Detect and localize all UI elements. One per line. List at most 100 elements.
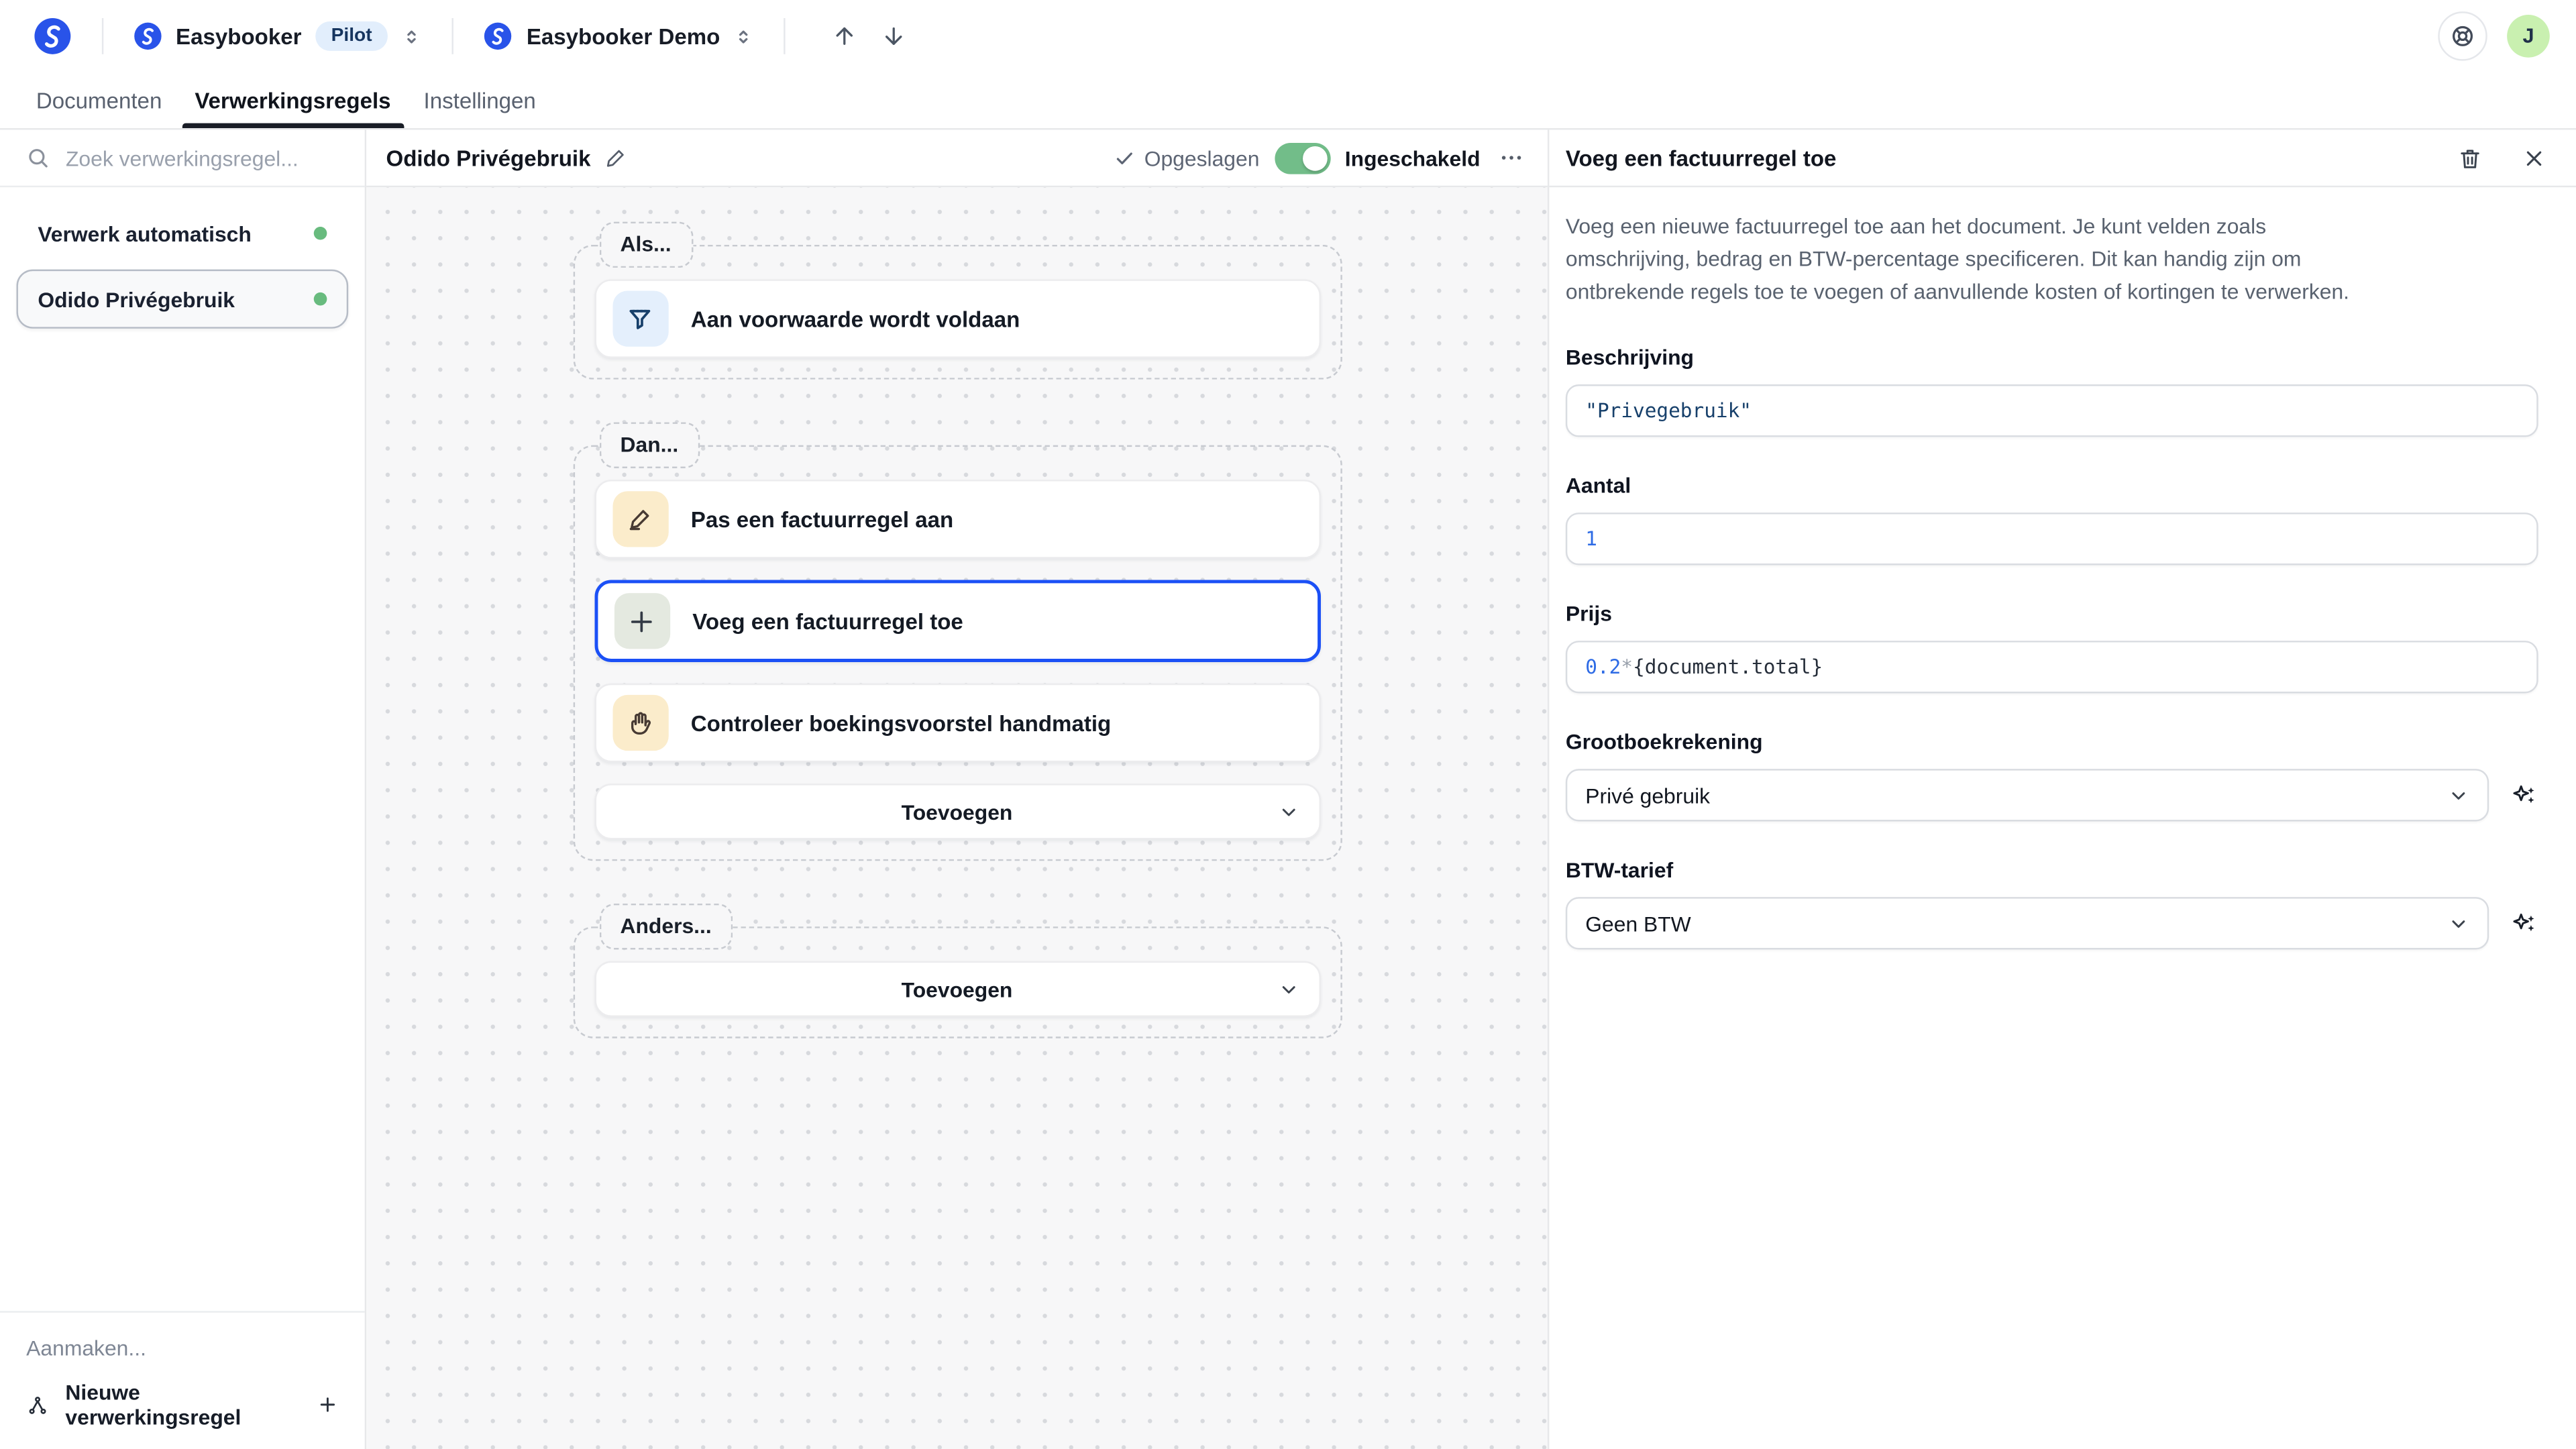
field-grootboekrekening: Grootboekrekening Privé gebruik [1566,730,2538,822]
card-condition[interactable]: Aan voorwaarde wordt voldaan [594,279,1320,358]
ai-suggest-button[interactable] [2510,782,2538,810]
add-action-button-anders[interactable]: Toevoegen [594,961,1320,1017]
section-label: Als... [599,222,693,268]
user-avatar[interactable]: J [2507,15,2550,58]
status-dot [314,292,327,306]
app-logo-icon[interactable] [33,16,72,56]
flow-column: Als... Aan voorwaarde wordt voldaan [572,222,1341,1038]
select-value: Privé gebruik [1585,784,1710,808]
rule-item-label: Odido Privégebruik [38,286,235,311]
panel-header: Voeg een factuurregel toe [1549,129,2576,187]
trash-button[interactable] [2455,142,2486,174]
add-action-button-dan[interactable]: Toevoegen [594,784,1320,839]
plus-icon [614,593,669,649]
code-token: 0.2 [1585,656,1621,679]
workspace-selector[interactable]: Easybooker Pilot [133,21,423,51]
search-input[interactable] [62,144,338,172]
organization-name: Easybooker Demo [527,24,720,49]
field-btw-tarief: BTW-tarief Geen BTW [1566,858,2538,950]
saved-status: Opgeslagen [1113,146,1259,170]
section-box: Pas een factuurregel aan Voeg een factuu… [572,445,1341,861]
filter-icon [612,290,667,346]
rule-list: Verwerk automatisch Odido Privégebruik [0,187,365,345]
section-anders: Anders... Toevoegen [572,904,1341,1038]
more-menu-button[interactable] [1495,142,1528,174]
prijs-input[interactable]: 0.2 * {document.total} [1566,641,2538,694]
section-label: Dan... [599,422,700,468]
card-manual-review[interactable]: Controleer boekingsvoorstel handmatig [594,684,1320,763]
select-value: Geen BTW [1585,912,1690,936]
field-aantal: Aantal 1 [1566,474,2538,566]
arrow-down-button[interactable] [881,23,907,49]
workflow-icon [26,1393,49,1417]
section-als: Als... Aan voorwaarde wordt voldaan [572,222,1341,380]
panel-title: Voeg een factuurregel toe [1566,146,1837,170]
tab-verwerkingsregels[interactable]: Verwerkingsregels [178,72,407,128]
top-bar-left: Easybooker Pilot Easybooker Demo [33,16,908,56]
code-token: "Privegebruik" [1585,400,1752,423]
card-label: Pas een factuurregel aan [691,507,953,532]
code-token: {document.total} [1633,656,1823,679]
field-label: Prijs [1566,602,2538,627]
top-bar-right: J [2438,11,2550,60]
tab-documenten[interactable]: Documenten [19,72,178,128]
card-label: Voeg een factuurregel toe [692,608,963,633]
code-token: * [1621,656,1633,679]
chevron-down-icon [1277,978,1299,1000]
life-buoy-icon [2449,23,2475,49]
top-bar: Easybooker Pilot Easybooker Demo J [0,0,2576,72]
sidebar: Verwerk automatisch Odido Privégebruik A… [0,129,366,1449]
chevron-down-icon [2448,913,2469,934]
organization-logo-icon [484,21,513,51]
card-adjust-invoice-line[interactable]: Pas een factuurregel aan [594,480,1320,559]
panel-body: Voeg een nieuwe factuurregel toe aan het… [1549,187,2576,983]
help-button[interactable] [2438,11,2487,60]
document-nav [832,23,908,49]
rule-item-label: Verwerk automatisch [38,221,252,246]
rule-title: Odido Privégebruik [386,146,591,170]
flow-canvas: Als... Aan voorwaarde wordt voldaan [366,187,1548,1449]
add-button-label: Toevoegen [902,977,1013,1002]
divider [784,18,786,54]
tab-instellingen[interactable]: Instellingen [407,72,552,128]
organization-selector[interactable]: Easybooker Demo [484,21,755,51]
edit-line-icon [612,491,667,547]
close-button[interactable] [2518,142,2550,174]
chevron-down-icon [1277,801,1299,822]
plus-icon [317,1393,338,1416]
btw-tarief-select[interactable]: Geen BTW [1566,898,2489,950]
enabled-toggle[interactable] [1274,142,1330,174]
aantal-input[interactable]: 1 [1566,513,2538,566]
search-row [0,129,365,187]
canvas-header: Odido Privégebruik Opgeslagen Ingeschake… [366,129,1548,187]
chevron-down-icon [2448,785,2469,806]
new-rule-button[interactable]: Nieuwe verwerkingsregel [26,1380,338,1429]
field-label: Aantal [1566,474,2538,498]
card-add-invoice-line[interactable]: Voeg een factuurregel toe [594,580,1320,661]
edit-title-icon[interactable] [604,146,627,169]
divider [453,18,454,54]
arrow-up-button[interactable] [832,23,858,49]
ai-suggest-button[interactable] [2510,910,2538,938]
field-label: Beschrijving [1566,345,2538,370]
new-rule-label: Nieuwe verwerkingsregel [65,1380,301,1429]
beschrijving-input[interactable]: "Privegebruik" [1566,385,2538,437]
status-dot [314,227,327,240]
chevron-expand-icon [402,25,423,47]
avatar-initial: J [2522,25,2534,48]
hand-icon [612,695,667,751]
workspace-name: Easybooker [176,24,301,49]
card-label: Aan voorwaarde wordt voldaan [691,307,1020,331]
field-label: BTW-tarief [1566,858,2538,883]
canvas-header-controls: Opgeslagen Ingeschakeld [1113,142,1527,174]
rule-item-verwerk-automatisch[interactable]: Verwerk automatisch [16,204,348,263]
saved-label: Opgeslagen [1144,146,1260,170]
rule-item-odido-privegebruik[interactable]: Odido Privégebruik [16,270,348,329]
rule-canvas: Odido Privégebruik Opgeslagen Ingeschake… [366,129,1548,1449]
detail-panel: Voeg een factuurregel toe Voeg een nieuw… [1548,129,2576,1449]
card-label: Controleer boekingsvoorstel handmatig [691,710,1111,735]
code-token: 1 [1585,528,1597,551]
check-icon [1113,147,1134,168]
toggle-knob [1302,146,1327,170]
grootboekrekening-select[interactable]: Privé gebruik [1566,769,2489,822]
